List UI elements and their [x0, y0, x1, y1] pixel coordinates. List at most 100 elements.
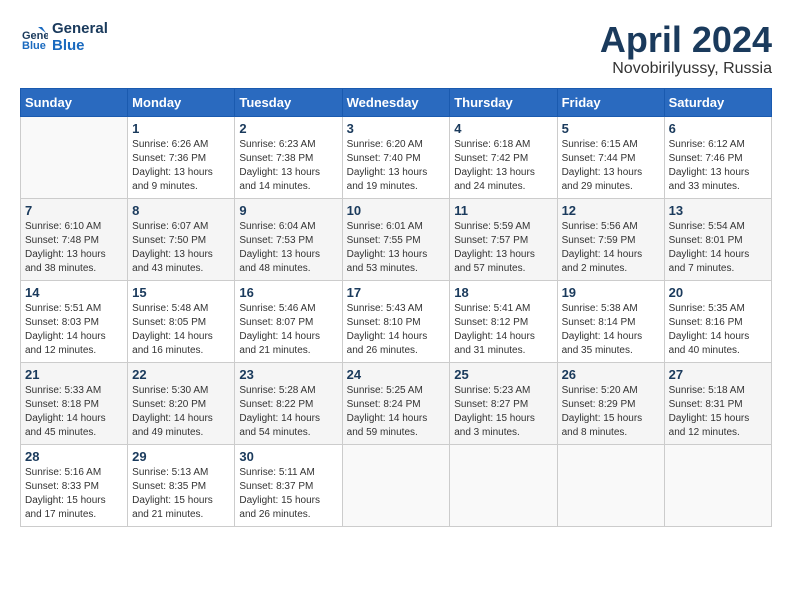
- day-info: Sunrise: 5:30 AMSunset: 8:20 PMDaylight:…: [132, 384, 230, 440]
- weekday-header-monday: Monday: [128, 88, 235, 116]
- day-number: 9: [239, 203, 337, 218]
- calendar-cell: 1Sunrise: 6:26 AMSunset: 7:36 PMDaylight…: [128, 116, 235, 198]
- day-number: 15: [132, 285, 230, 300]
- day-number: 11: [454, 203, 552, 218]
- day-info: Sunrise: 6:18 AMSunset: 7:42 PMDaylight:…: [454, 138, 552, 194]
- calendar-cell: 30 Sunrise: 5:11 AMSunset: 8:37 PMDayligh…: [235, 444, 342, 526]
- calendar-cell: 10 Sunrise: 6:01 AMSunset: 7:55 PMDayligh…: [342, 198, 450, 280]
- weekday-header-thursday: Thursday: [450, 88, 557, 116]
- day-info: Sunrise: 5:59 AMSunset: 7:57 PMDaylight:…: [454, 220, 552, 276]
- calendar-title: April 2024: [600, 20, 772, 60]
- day-info: Sunrise: 6:12 AMSunset: 7:46 PMDaylight:…: [669, 138, 767, 194]
- day-number: 21: [25, 367, 123, 382]
- calendar-cell: 25 Sunrise: 5:23 AMSunset: 8:27 PMDayligh…: [450, 362, 557, 444]
- weekday-header-sunday: Sunday: [21, 88, 128, 116]
- calendar-table: SundayMondayTuesdayWednesdayThursdayFrid…: [20, 88, 772, 527]
- calendar-cell: 22 Sunrise: 5:30 AMSunset: 8:20 PMDayligh…: [128, 362, 235, 444]
- calendar-cell: 11 Sunrise: 5:59 AMSunset: 7:57 PMDayligh…: [450, 198, 557, 280]
- day-number: 27: [669, 367, 767, 382]
- calendar-week-row: 7 Sunrise: 6:10 AMSunset: 7:48 PMDaylight…: [21, 198, 772, 280]
- calendar-cell: 24 Sunrise: 5:25 AMSunset: 8:24 PMDayligh…: [342, 362, 450, 444]
- day-info: Sunrise: 5:20 AMSunset: 8:29 PMDaylight:…: [562, 384, 660, 440]
- calendar-cell: 6Sunrise: 6:12 AMSunset: 7:46 PMDaylight…: [664, 116, 771, 198]
- calendar-cell: [664, 444, 771, 526]
- day-info: Sunrise: 5:41 AMSunset: 8:12 PMDaylight:…: [454, 302, 552, 358]
- weekday-header-wednesday: Wednesday: [342, 88, 450, 116]
- calendar-cell: 9 Sunrise: 6:04 AMSunset: 7:53 PMDaylight…: [235, 198, 342, 280]
- weekday-header-friday: Friday: [557, 88, 664, 116]
- title-area: April 2024 Novobirilyussy, Russia: [600, 20, 772, 78]
- calendar-body: 1Sunrise: 6:26 AMSunset: 7:36 PMDaylight…: [21, 116, 772, 526]
- calendar-subtitle: Novobirilyussy, Russia: [600, 60, 772, 78]
- day-number: 10: [347, 203, 446, 218]
- day-number: 22: [132, 367, 230, 382]
- day-number: 3: [347, 121, 446, 136]
- calendar-cell: 7 Sunrise: 6:10 AMSunset: 7:48 PMDaylight…: [21, 198, 128, 280]
- day-number: 8: [132, 203, 230, 218]
- weekday-header-tuesday: Tuesday: [235, 88, 342, 116]
- day-number: 29: [132, 449, 230, 464]
- day-info: Sunrise: 5:23 AMSunset: 8:27 PMDaylight:…: [454, 384, 552, 440]
- calendar-cell: [557, 444, 664, 526]
- calendar-cell: 14 Sunrise: 5:51 AMSunset: 8:03 PMDayligh…: [21, 280, 128, 362]
- day-number: 19: [562, 285, 660, 300]
- day-info: Sunrise: 5:38 AMSunset: 8:14 PMDaylight:…: [562, 302, 660, 358]
- logo-general: General: [52, 20, 108, 37]
- calendar-cell: 21 Sunrise: 5:33 AMSunset: 8:18 PMDayligh…: [21, 362, 128, 444]
- calendar-cell: 17 Sunrise: 5:43 AMSunset: 8:10 PMDayligh…: [342, 280, 450, 362]
- day-info: Sunrise: 5:25 AMSunset: 8:24 PMDaylight:…: [347, 384, 446, 440]
- day-number: 17: [347, 285, 446, 300]
- day-number: 24: [347, 367, 446, 382]
- calendar-cell: [450, 444, 557, 526]
- day-info: Sunrise: 6:04 AMSunset: 7:53 PMDaylight:…: [239, 220, 337, 276]
- day-info: Sunrise: 6:01 AMSunset: 7:55 PMDaylight:…: [347, 220, 446, 276]
- calendar-cell: 19 Sunrise: 5:38 AMSunset: 8:14 PMDayligh…: [557, 280, 664, 362]
- day-info: Sunrise: 6:10 AMSunset: 7:48 PMDaylight:…: [25, 220, 123, 276]
- calendar-cell: 28 Sunrise: 5:16 AMSunset: 8:33 PMDayligh…: [21, 444, 128, 526]
- day-number: 28: [25, 449, 123, 464]
- calendar-cell: 13 Sunrise: 5:54 AMSunset: 8:01 PMDayligh…: [664, 198, 771, 280]
- svg-text:Blue: Blue: [22, 40, 46, 51]
- day-number: 14: [25, 285, 123, 300]
- calendar-cell: 4 Sunrise: 6:18 AMSunset: 7:42 PMDaylight…: [450, 116, 557, 198]
- day-info: Sunrise: 5:51 AMSunset: 8:03 PMDaylight:…: [25, 302, 123, 358]
- calendar-week-row: 21 Sunrise: 5:33 AMSunset: 8:18 PMDayligh…: [21, 362, 772, 444]
- logo-blue: Blue: [52, 37, 108, 54]
- day-info: Sunrise: 5:11 AMSunset: 8:37 PMDaylight:…: [239, 466, 337, 522]
- day-number: 7: [25, 203, 123, 218]
- calendar-cell: 8 Sunrise: 6:07 AMSunset: 7:50 PMDaylight…: [128, 198, 235, 280]
- day-info: Sunrise: 6:23 AMSunset: 7:38 PMDaylight:…: [239, 138, 337, 194]
- calendar-cell: 26 Sunrise: 5:20 AMSunset: 8:29 PMDayligh…: [557, 362, 664, 444]
- calendar-cell: 15Sunrise: 5:48 AMSunset: 8:05 PMDayligh…: [128, 280, 235, 362]
- calendar-cell: 23Sunrise: 5:28 AMSunset: 8:22 PMDayligh…: [235, 362, 342, 444]
- day-info: Sunrise: 5:35 AMSunset: 8:16 PMDaylight:…: [669, 302, 767, 358]
- weekday-header-saturday: Saturday: [664, 88, 771, 116]
- day-number: 26: [562, 367, 660, 382]
- day-info: Sunrise: 5:56 AMSunset: 7:59 PMDaylight:…: [562, 220, 660, 276]
- calendar-cell: 18 Sunrise: 5:41 AMSunset: 8:12 PMDayligh…: [450, 280, 557, 362]
- day-info: Sunrise: 5:18 AMSunset: 8:31 PMDaylight:…: [669, 384, 767, 440]
- day-number: 18: [454, 285, 552, 300]
- calendar-cell: 29 Sunrise: 5:13 AMSunset: 8:35 PMDayligh…: [128, 444, 235, 526]
- calendar-cell: 16Sunrise: 5:46 AMSunset: 8:07 PMDayligh…: [235, 280, 342, 362]
- calendar-week-row: 28 Sunrise: 5:16 AMSunset: 8:33 PMDayligh…: [21, 444, 772, 526]
- day-info: Sunrise: 5:13 AMSunset: 8:35 PMDaylight:…: [132, 466, 230, 522]
- calendar-cell: 20Sunrise: 5:35 AMSunset: 8:16 PMDayligh…: [664, 280, 771, 362]
- day-number: 23: [239, 367, 337, 382]
- calendar-header: SundayMondayTuesdayWednesdayThursdayFrid…: [21, 88, 772, 116]
- day-number: 30: [239, 449, 337, 464]
- day-number: 12: [562, 203, 660, 218]
- calendar-cell: [21, 116, 128, 198]
- day-info: Sunrise: 6:07 AMSunset: 7:50 PMDaylight:…: [132, 220, 230, 276]
- logo-icon: General Blue: [20, 23, 48, 51]
- weekday-header-row: SundayMondayTuesdayWednesdayThursdayFrid…: [21, 88, 772, 116]
- day-number: 5: [562, 121, 660, 136]
- day-info: Sunrise: 5:16 AMSunset: 8:33 PMDaylight:…: [25, 466, 123, 522]
- day-number: 25: [454, 367, 552, 382]
- day-info: Sunrise: 5:33 AMSunset: 8:18 PMDaylight:…: [25, 384, 123, 440]
- day-info: Sunrise: 5:43 AMSunset: 8:10 PMDaylight:…: [347, 302, 446, 358]
- day-info: Sunrise: 5:54 AMSunset: 8:01 PMDaylight:…: [669, 220, 767, 276]
- day-number: 13: [669, 203, 767, 218]
- day-number: 4: [454, 121, 552, 136]
- calendar-cell: 12 Sunrise: 5:56 AMSunset: 7:59 PMDayligh…: [557, 198, 664, 280]
